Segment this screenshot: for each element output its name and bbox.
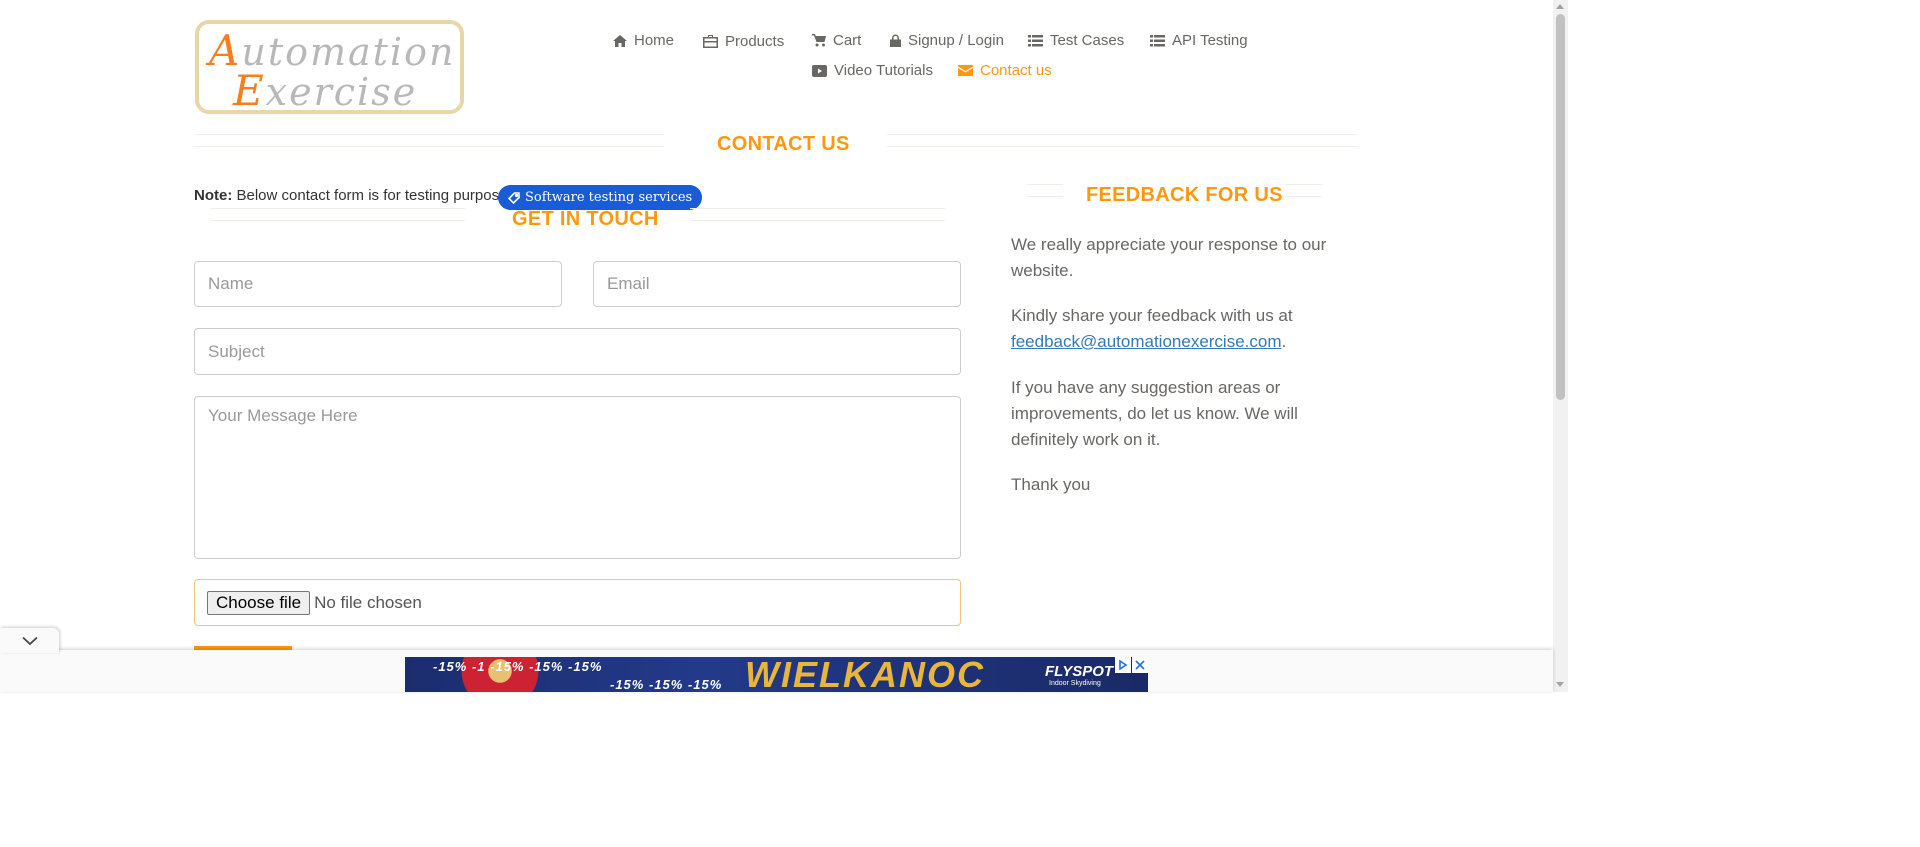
scroll-thumb[interactable]: [1556, 14, 1565, 400]
scroll-down-arrow[interactable]: [1556, 682, 1564, 687]
nav-contact-us-label: Contact us: [980, 62, 1052, 79]
nav-home-label: Home: [634, 32, 675, 49]
feedback-paragraph-1: We really appreciate your response to ou…: [1011, 235, 1327, 280]
nav-test-cases[interactable]: Test Cases: [1028, 32, 1124, 49]
nav-home[interactable]: Home: [613, 32, 674, 49]
lock-icon: [890, 34, 901, 47]
nav-cart[interactable]: Cart: [812, 32, 861, 49]
ad-discount-row-2: -15% -15% -15%: [610, 677, 723, 692]
nav-contact-us[interactable]: Contact us: [958, 62, 1052, 79]
file-upload: Choose file No file chosen: [194, 579, 961, 626]
feedback-email-link[interactable]: feedback@automationexercise.com: [1011, 332, 1282, 351]
feedback-paragraph-2: Kindly share your feedback with us at fee…: [1011, 306, 1293, 351]
nav-signup-login[interactable]: Signup / Login: [890, 32, 1004, 49]
ad-brand: FLYSPOT: [1045, 663, 1114, 680]
list-icon: [1150, 34, 1165, 46]
subject-input[interactable]: [194, 328, 961, 375]
nav-test-cases-label: Test Cases: [1050, 32, 1125, 49]
testing-note: Note: Below contact form is for testing …: [194, 187, 512, 204]
tag-icon: [508, 191, 520, 204]
get-in-touch-title: GET IN TOUCH: [512, 208, 659, 230]
nav-signup-login-label: Signup / Login: [908, 32, 1004, 49]
ad-pill-software-testing[interactable]: Software testing services: [498, 185, 703, 210]
home-icon: [613, 34, 627, 47]
ad-close-button[interactable]: [1132, 657, 1148, 673]
nav-api-testing-label: API Testing: [1172, 32, 1248, 49]
feedback-title: FEEDBACK FOR US: [1086, 184, 1283, 206]
nav-products[interactable]: Products: [703, 33, 784, 50]
nav-cart-label: Cart: [833, 32, 862, 49]
list-icon: [1028, 34, 1043, 46]
feedback-rule-left: [1027, 184, 1063, 197]
logo-line-2: Exercise: [233, 66, 418, 115]
ad-banner[interactable]: -15% -1 -15% -15% -15% -15% -15% -15% WI…: [405, 657, 1148, 692]
file-status: No file chosen: [314, 592, 422, 612]
name-input[interactable]: [194, 261, 562, 307]
get-in-touch-rule-right: [690, 208, 945, 221]
ad-choices-button[interactable]: [1115, 657, 1131, 673]
ad-headline: WIELKANOC: [745, 657, 985, 692]
briefcase-icon: [703, 35, 718, 48]
youtube-icon: [812, 64, 827, 77]
email-input[interactable]: [593, 261, 961, 307]
feedback-paragraph-3: If you have any suggestion areas or impr…: [1011, 378, 1298, 449]
cart-icon: [812, 34, 826, 47]
feedback-rule-right: [1285, 184, 1323, 197]
title-rule-left: [194, 134, 664, 147]
nav-video-tutorials[interactable]: Video Tutorials: [812, 62, 933, 79]
scroll-up-arrow[interactable]: [1556, 4, 1564, 9]
nav-video-tutorials-label: Video Tutorials: [834, 62, 933, 79]
ad-brand-subtitle: Indoor Skydiving: [1049, 680, 1101, 687]
feedback-paragraph-4: Thank you: [1011, 475, 1091, 494]
ad-discount-row-1: -15% -1 -15% -15% -15%: [433, 659, 603, 674]
play-icon: [1119, 660, 1128, 670]
nav-api-testing[interactable]: API Testing: [1150, 32, 1248, 49]
envelope-icon: [958, 65, 973, 76]
choose-file-button[interactable]: Choose file: [207, 590, 311, 615]
ad-pill-label: Software testing services: [525, 190, 693, 205]
contact-us-title: CONTACT US: [717, 133, 850, 155]
page-scrollbar[interactable]: [1553, 0, 1568, 692]
ad-collapse-button[interactable]: [0, 628, 59, 653]
title-rule-right: [887, 134, 1358, 147]
chevron-down-icon: [21, 636, 38, 645]
nav-products-label: Products: [725, 33, 785, 50]
close-icon: [1135, 660, 1145, 670]
get-in-touch-rule-left: [210, 208, 465, 221]
message-textarea[interactable]: [194, 396, 961, 559]
site-logo[interactable]: Automation Exercise: [195, 20, 464, 115]
